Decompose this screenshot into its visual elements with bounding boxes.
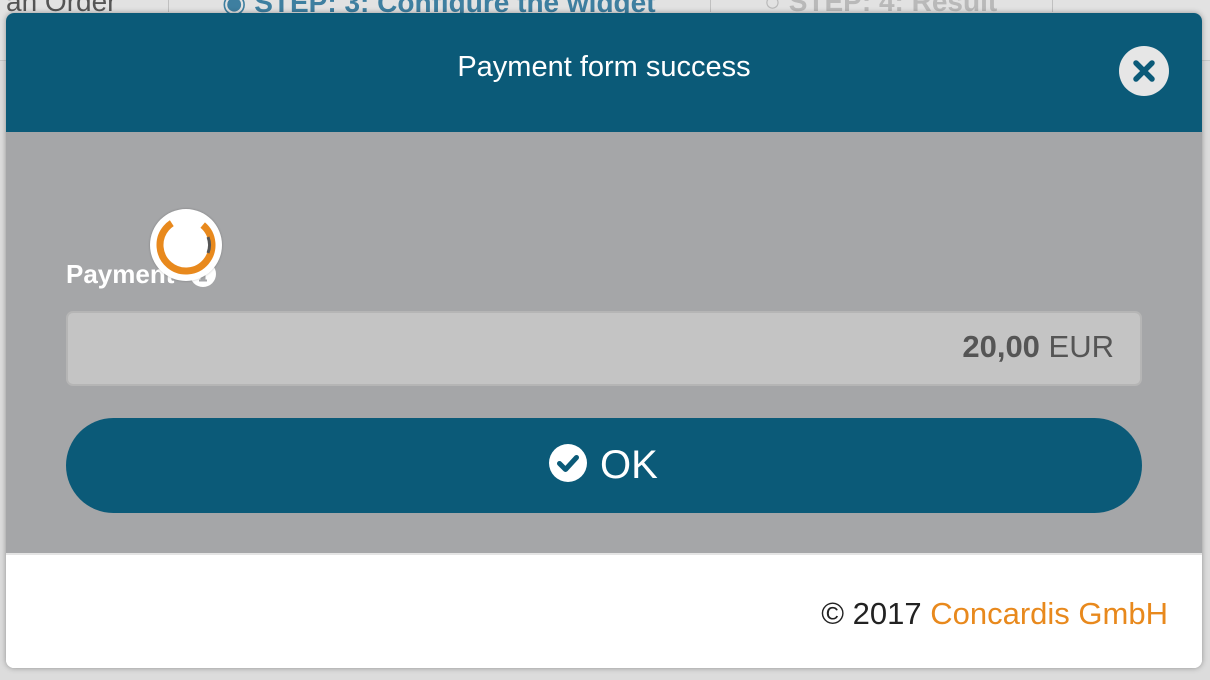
ok-button[interactable]: OK bbox=[66, 418, 1142, 513]
copyright-year: © 2017 bbox=[821, 596, 922, 631]
close-button[interactable] bbox=[1119, 46, 1169, 96]
step-divider bbox=[1052, 0, 1053, 12]
currency-label: EUR bbox=[1048, 329, 1114, 364]
payment-amount-field: 20,00 EUR bbox=[66, 311, 1142, 386]
modal-footer: © 2017 Concardis GmbH bbox=[6, 555, 1202, 668]
amount-value: 20,00 bbox=[962, 329, 1040, 364]
step-divider bbox=[710, 0, 711, 12]
step-divider bbox=[168, 0, 169, 12]
company-link[interactable]: Concardis GmbH bbox=[930, 596, 1168, 631]
check-circle-icon bbox=[549, 444, 587, 482]
concardis-logo bbox=[150, 209, 222, 281]
ok-label: OK bbox=[600, 443, 658, 487]
amount-display: 20,00 EUR bbox=[962, 329, 1114, 365]
modal-body: Payment 20,00 EUR OK bbox=[6, 132, 1202, 555]
copyright-text: © 2017 Concardis GmbH bbox=[821, 596, 1168, 632]
modal-header: Payment form success bbox=[6, 13, 1202, 132]
payment-success-modal: Payment form success Payment 20,00 EUR O… bbox=[6, 13, 1202, 668]
modal-title: Payment form success bbox=[457, 51, 751, 83]
close-icon bbox=[1133, 60, 1155, 82]
